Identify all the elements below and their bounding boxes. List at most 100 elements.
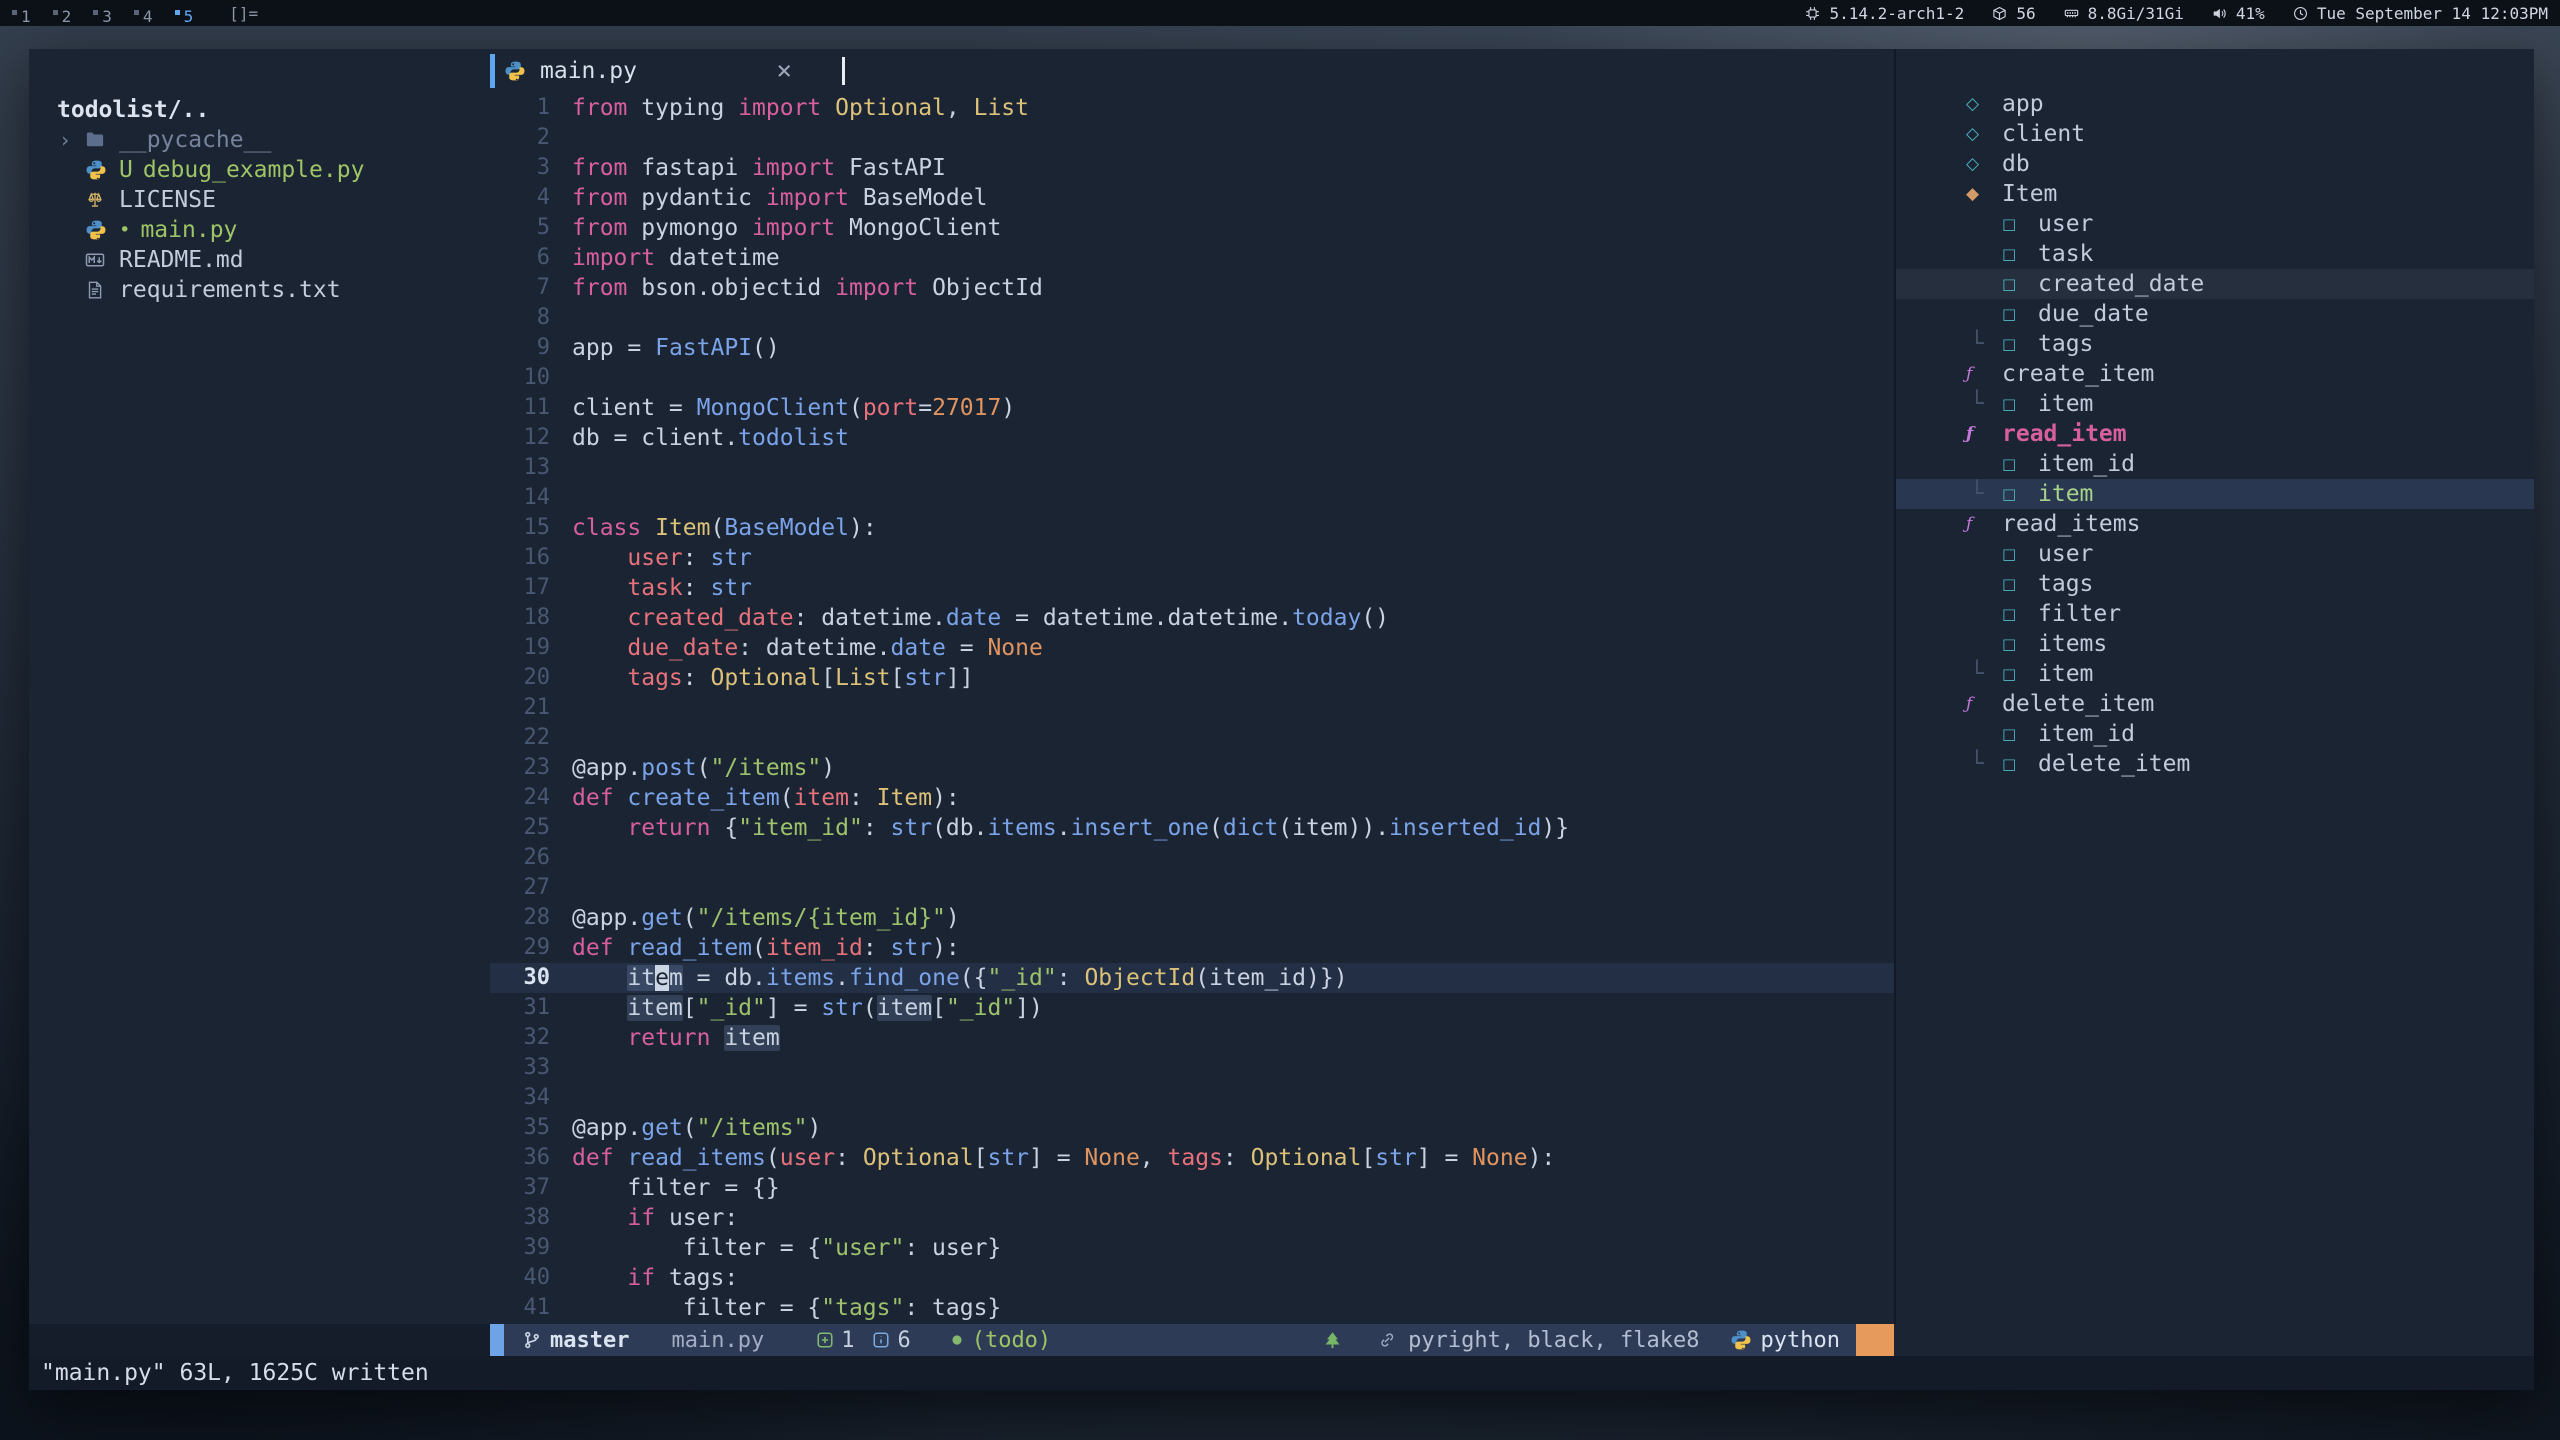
- code-line-24[interactable]: 24def create_item(item: Item):: [490, 783, 1894, 813]
- line-number: 18: [490, 603, 550, 633]
- code-line-text: def read_item(item_id: str):: [572, 933, 960, 963]
- code-line-30[interactable]: 30 item = db.items.find_one({"_id": Obje…: [490, 963, 1894, 993]
- mode-indicator-block: [490, 1324, 504, 1356]
- statusline-filename: main.py: [671, 1328, 764, 1353]
- treesitter-icon: [1323, 1331, 1342, 1350]
- code-line-text: return {"item_id": str(db.items.insert_o…: [572, 813, 1569, 843]
- line-number: 24: [490, 783, 550, 813]
- outline-item-create_item[interactable]: ƒcreate_item: [1896, 359, 2534, 389]
- outline-item-delete_item[interactable]: ƒdelete_item: [1896, 689, 2534, 719]
- outline-item-db[interactable]: ◇db: [1896, 149, 2534, 179]
- outline-item-items[interactable]: □items: [1896, 629, 2534, 659]
- outline-item-client[interactable]: ◇client: [1896, 119, 2534, 149]
- outline-item-Item[interactable]: ◆Item: [1896, 179, 2534, 209]
- code-line-31[interactable]: 31 item["_id"] = str(item["_id"]): [490, 993, 1894, 1023]
- code-line-8[interactable]: 8: [490, 303, 1894, 333]
- code-line-7[interactable]: 7from bson.objectid import ObjectId: [490, 273, 1894, 303]
- outline-item-label: item: [2038, 479, 2093, 509]
- tab-close-button[interactable]: ×: [776, 56, 792, 86]
- code-line-29[interactable]: 29def read_item(item_id: str):: [490, 933, 1894, 963]
- outline-item-item[interactable]: └□item: [1896, 659, 2534, 689]
- code-line-21[interactable]: 21: [490, 693, 1894, 723]
- fld-symbol-icon: □: [2002, 629, 2038, 659]
- code-line-5[interactable]: 5from pymongo import MongoClient: [490, 213, 1894, 243]
- fld-symbol-icon: □: [2002, 719, 2038, 749]
- status-pkg-text: 56: [2016, 4, 2035, 23]
- code-line-16[interactable]: 16 user: str: [490, 543, 1894, 573]
- code-line-32[interactable]: 32 return item: [490, 1023, 1894, 1053]
- code-line-14[interactable]: 14: [490, 483, 1894, 513]
- workspace-1[interactable]: 1: [12, 7, 31, 26]
- outline-item-tags[interactable]: □tags: [1896, 569, 2534, 599]
- code-line-38[interactable]: 38 if user:: [490, 1203, 1894, 1233]
- outline-item-tags[interactable]: └□tags: [1896, 329, 2534, 359]
- code-line-39[interactable]: 39 filter = {"user": user}: [490, 1233, 1894, 1263]
- code-line-1[interactable]: 1from typing import Optional, List: [490, 93, 1894, 123]
- outline-item-created_date[interactable]: □created_date: [1896, 269, 2534, 299]
- code-line-18[interactable]: 18 created_date: datetime.date = datetim…: [490, 603, 1894, 633]
- code-line-28[interactable]: 28@app.get("/items/{item_id}"): [490, 903, 1894, 933]
- diagnostic-info-count: 6: [897, 1328, 910, 1353]
- code-line-23[interactable]: 23@app.post("/items"): [490, 753, 1894, 783]
- outline-item-item[interactable]: └□item: [1896, 479, 2534, 509]
- code-line-19[interactable]: 19 due_date: datetime.date = None: [490, 633, 1894, 663]
- code-line-11[interactable]: 11client = MongoClient(port=27017): [490, 393, 1894, 423]
- outline-item-app[interactable]: ◇app: [1896, 89, 2534, 119]
- code-line-22[interactable]: 22: [490, 723, 1894, 753]
- code-line-4[interactable]: 4from pydantic import BaseModel: [490, 183, 1894, 213]
- code-line-26[interactable]: 26: [490, 843, 1894, 873]
- code-line-6[interactable]: 6import datetime: [490, 243, 1894, 273]
- outline-item-delete_item[interactable]: └□delete_item: [1896, 749, 2534, 779]
- code-line-33[interactable]: 33: [490, 1053, 1894, 1083]
- outline-item-read_item[interactable]: ƒread_item: [1896, 419, 2534, 449]
- code-line-text: filter = {}: [572, 1173, 780, 1203]
- statusline: master main.py 1 6 (todo) pyright, black…: [490, 1324, 1894, 1356]
- code-line-17[interactable]: 17 task: str: [490, 573, 1894, 603]
- tab-main-py[interactable]: main.py ×: [490, 49, 808, 93]
- outline-item-task[interactable]: □task: [1896, 239, 2534, 269]
- outline-item-due_date[interactable]: □due_date: [1896, 299, 2534, 329]
- code-line-36[interactable]: 36def read_items(user: Optional[str] = N…: [490, 1143, 1894, 1173]
- outline-item-user[interactable]: □user: [1896, 539, 2534, 569]
- tree-item-license[interactable]: LICENSE: [29, 185, 489, 215]
- code-line-9[interactable]: 9app = FastAPI(): [490, 333, 1894, 363]
- workspace-2[interactable]: 2: [53, 7, 72, 26]
- outline-item-read_items[interactable]: ƒread_items: [1896, 509, 2534, 539]
- code-line-37[interactable]: 37 filter = {}: [490, 1173, 1894, 1203]
- layout-indicator[interactable]: []=: [229, 4, 258, 23]
- outline-item-user[interactable]: □user: [1896, 209, 2534, 239]
- outline-item-label: tags: [2038, 329, 2093, 359]
- tree-item-requirements-txt[interactable]: requirements.txt: [29, 275, 489, 305]
- code-line-25[interactable]: 25 return {"item_id": str(db.items.inser…: [490, 813, 1894, 843]
- tree-root-folder[interactable]: todolist/..: [29, 95, 489, 125]
- code-line-20[interactable]: 20 tags: Optional[List[str]]: [490, 663, 1894, 693]
- workspace-3[interactable]: 3: [93, 7, 112, 26]
- code-line-34[interactable]: 34: [490, 1083, 1894, 1113]
- workspace-5[interactable]: 5: [175, 7, 194, 26]
- tree-item-readme-md[interactable]: README.md: [29, 245, 489, 275]
- ram-icon: [2064, 6, 2079, 21]
- tree-connector: └: [1970, 659, 1984, 689]
- code-line-12[interactable]: 12db = client.todolist: [490, 423, 1894, 453]
- code-area[interactable]: 1from typing import Optional, List23from…: [490, 93, 1894, 1324]
- tree-item--pycache-[interactable]: ›__pycache__: [29, 125, 489, 155]
- tree-item-debug-example-py[interactable]: Udebug_example.py: [29, 155, 489, 185]
- code-line-2[interactable]: 2: [490, 123, 1894, 153]
- position-indicator-block: [1856, 1324, 1894, 1356]
- outline-item-item_id[interactable]: □item_id: [1896, 719, 2534, 749]
- outline-item-item_id[interactable]: □item_id: [1896, 449, 2534, 479]
- line-number: 31: [490, 993, 550, 1023]
- outline-item-label: create_item: [2002, 359, 2154, 389]
- code-line-35[interactable]: 35@app.get("/items"): [490, 1113, 1894, 1143]
- workspace-4[interactable]: 4: [134, 7, 153, 26]
- code-line-40[interactable]: 40 if tags:: [490, 1263, 1894, 1293]
- code-line-41[interactable]: 41 filter = {"tags": tags}: [490, 1293, 1894, 1323]
- code-line-13[interactable]: 13: [490, 453, 1894, 483]
- code-line-15[interactable]: 15class Item(BaseModel):: [490, 513, 1894, 543]
- code-line-3[interactable]: 3from fastapi import FastAPI: [490, 153, 1894, 183]
- code-line-27[interactable]: 27: [490, 873, 1894, 903]
- outline-item-item[interactable]: └□item: [1896, 389, 2534, 419]
- tree-item-main-py[interactable]: •main.py: [29, 215, 489, 245]
- code-line-10[interactable]: 10: [490, 363, 1894, 393]
- outline-item-filter[interactable]: □filter: [1896, 599, 2534, 629]
